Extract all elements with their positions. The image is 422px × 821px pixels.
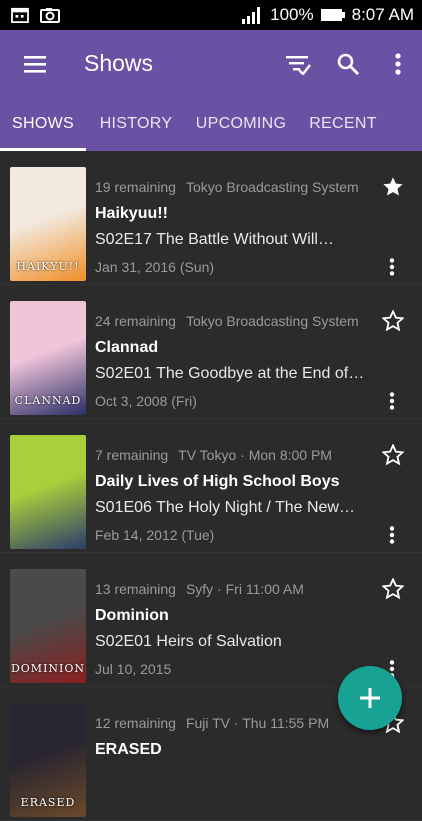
row-more-button[interactable] bbox=[382, 256, 402, 278]
tab-upcoming[interactable]: UPCOMING bbox=[184, 97, 298, 151]
show-title: Clannad bbox=[95, 339, 159, 356]
episode-date: Feb 14, 2012 (Tue) bbox=[95, 527, 215, 543]
tab-history[interactable]: HISTORY bbox=[88, 97, 184, 151]
show-meta: 12 remaining Fuji TV · Thu 11:55 PM bbox=[95, 715, 339, 731]
show-poster: CLANNAD bbox=[10, 301, 86, 415]
status-bar: 100% 8:07 AM bbox=[0, 0, 422, 30]
show-poster: HAIKYU!! bbox=[10, 167, 86, 281]
episode-date: Jan 31, 2016 (Sun) bbox=[95, 259, 215, 275]
plus-icon bbox=[360, 688, 380, 708]
battery-percent: 100% bbox=[270, 5, 314, 24]
star-outline-icon[interactable] bbox=[381, 443, 405, 466]
search-icon bbox=[337, 53, 359, 75]
star-filled-icon[interactable] bbox=[382, 176, 404, 198]
tab-recent[interactable]: RECENT bbox=[298, 97, 388, 151]
filter-button[interactable] bbox=[280, 46, 316, 82]
show-row[interactable]: HAIKYU!! 19 remaining Tokyo Broadcasting S… bbox=[0, 151, 422, 285]
camera-icon bbox=[40, 8, 60, 23]
row-more-button[interactable] bbox=[382, 390, 402, 412]
next-episode: S02E01 Heirs of Salvation bbox=[95, 633, 282, 650]
row-more-button[interactable] bbox=[382, 524, 402, 546]
show-title: Haikyuu!! bbox=[95, 205, 168, 222]
page-title: Shows bbox=[84, 50, 154, 76]
signal-icon bbox=[242, 7, 261, 24]
tab-bar: SHOWS HISTORY UPCOMING RECENT bbox=[0, 97, 422, 151]
more-vert-icon bbox=[389, 526, 395, 544]
network-time: Tokyo Broadcasting System bbox=[185, 179, 359, 195]
star-outline-icon[interactable] bbox=[381, 309, 405, 332]
show-poster: ERASED bbox=[10, 703, 86, 817]
poster-title-text: ERASED bbox=[20, 796, 76, 809]
show-meta: 7 remaining TV Tokyo · Mon 8:00 PM bbox=[95, 447, 342, 463]
network-time: Syfy · Fri 11:00 AM bbox=[185, 581, 304, 597]
battery-icon bbox=[320, 9, 345, 21]
show-meta: 24 remaining Tokyo Broadcasting System bbox=[95, 313, 369, 329]
next-episode: S02E01 The Goodbye at the End of… bbox=[95, 365, 365, 382]
hamburger-icon bbox=[24, 55, 46, 73]
show-poster: DOMINION bbox=[10, 569, 86, 683]
next-episode: S02E17 The Battle Without Will… bbox=[95, 231, 334, 248]
next-episode: S01E06 The Holy Night / The New… bbox=[95, 499, 355, 516]
poster-title-text: CLANNAD bbox=[14, 394, 82, 407]
add-show-button[interactable] bbox=[338, 666, 402, 730]
show-row[interactable]: CLANNAD 24 remaining Tokyo Broadcasting Sy… bbox=[0, 285, 422, 419]
overflow-menu-button[interactable] bbox=[380, 46, 416, 82]
episode-date: Jul 10, 2015 bbox=[95, 661, 172, 677]
show-title: ERASED bbox=[95, 741, 162, 758]
show-poster bbox=[10, 435, 86, 549]
remaining-count: 13 remaining bbox=[95, 581, 176, 597]
episode-date: Oct 3, 2008 (Fri) bbox=[95, 393, 197, 409]
show-title: Dominion bbox=[95, 607, 169, 624]
clock: 8:07 AM bbox=[351, 5, 414, 24]
calendar-icon bbox=[11, 7, 29, 23]
tab-shows[interactable]: SHOWS bbox=[0, 97, 86, 151]
more-vert-icon bbox=[389, 258, 395, 276]
poster-title-text: DOMINION bbox=[10, 662, 86, 675]
filter-check-icon bbox=[286, 55, 311, 75]
network-time: Tokyo Broadcasting System bbox=[185, 313, 359, 329]
poster-title-text: HAIKYU!! bbox=[16, 260, 80, 273]
show-meta: 19 remaining Tokyo Broadcasting System bbox=[95, 179, 369, 195]
show-row[interactable]: 7 remaining TV Tokyo · Mon 8:00 PM Daily L… bbox=[0, 419, 422, 553]
remaining-count: 19 remaining bbox=[95, 179, 176, 195]
show-title: Daily Lives of High School Boys bbox=[95, 473, 340, 490]
network-time: TV Tokyo · Mon 8:00 PM bbox=[178, 447, 332, 463]
more-vert-icon bbox=[389, 392, 395, 410]
show-meta: 13 remaining Syfy · Fri 11:00 AM bbox=[95, 581, 314, 597]
network-time: Fuji TV · Thu 11:55 PM bbox=[185, 715, 330, 731]
star-outline-icon[interactable] bbox=[381, 577, 405, 600]
search-button[interactable] bbox=[330, 46, 366, 82]
app-bar: Shows bbox=[0, 30, 422, 97]
menu-button[interactable] bbox=[20, 49, 50, 79]
remaining-count: 7 remaining bbox=[95, 447, 169, 463]
remaining-count: 12 remaining bbox=[95, 715, 176, 731]
more-vert-icon bbox=[395, 52, 401, 75]
remaining-count: 24 remaining bbox=[95, 313, 176, 329]
